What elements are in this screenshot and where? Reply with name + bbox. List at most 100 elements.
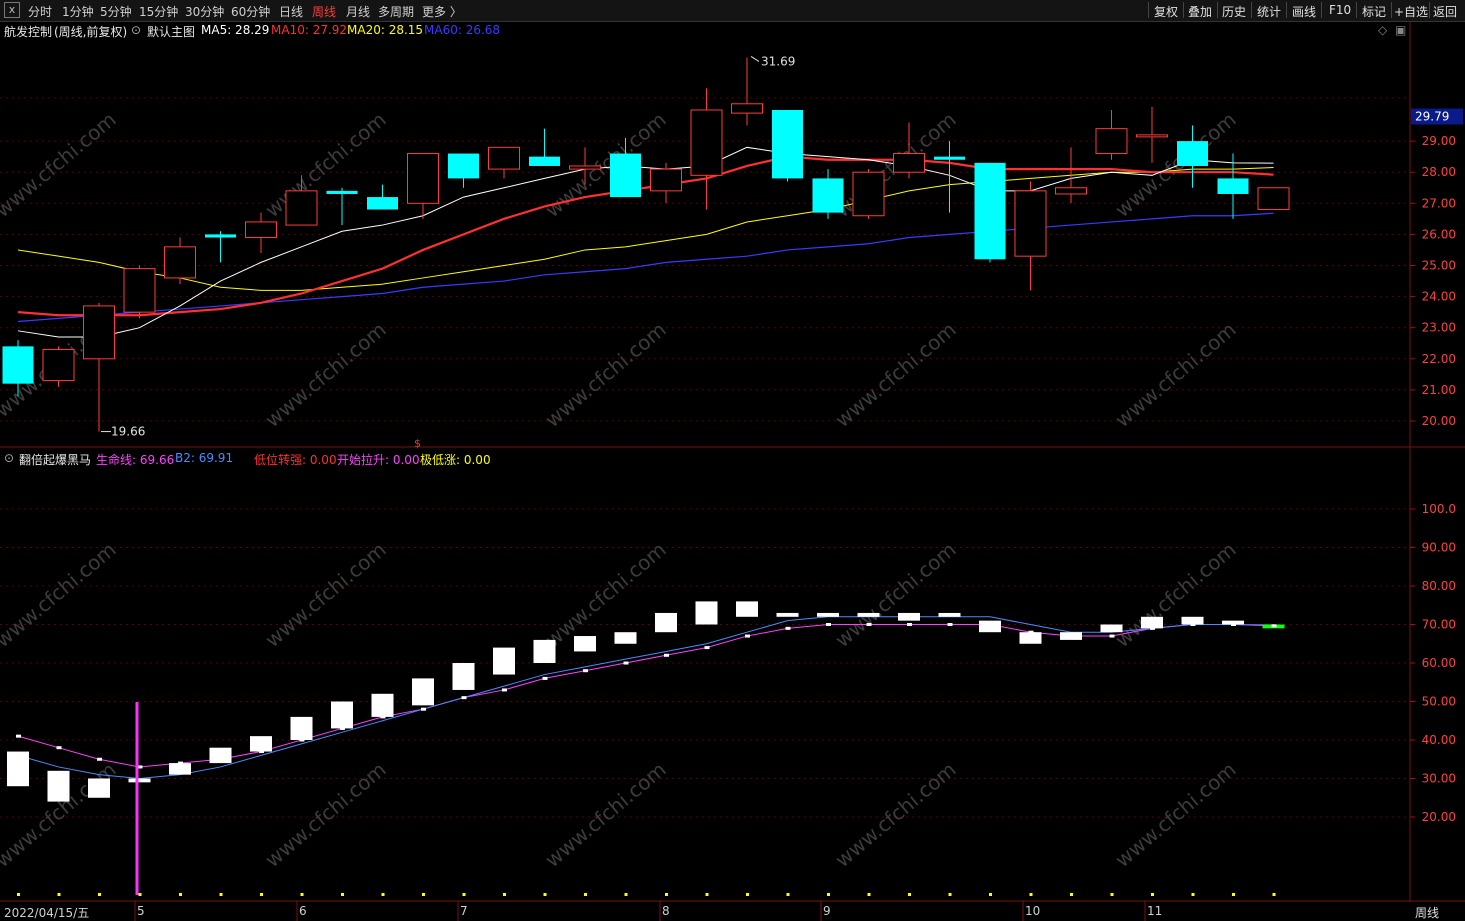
watermark-text: www.cfchi.com [0,537,121,652]
candle-body [1055,187,1087,195]
price-tick-label: 22.00 [1422,352,1456,366]
price-tick-label: 21.00 [1422,383,1456,397]
indicator-selector-icon[interactable]: ⊙ [4,451,14,465]
watermark-text: www.cfchi.com [830,757,960,872]
bottom-dot [341,893,344,896]
indicator-block [938,612,961,617]
bottom-dot [219,893,223,896]
bottom-dot [1232,893,1235,896]
bottom-dot [624,893,628,896]
candle-body [83,305,115,360]
ma60-line [17,212,1274,323]
price-tick-label: 24.00 [1422,290,1456,304]
candle-body [2,346,34,384]
watermark-text: www.cfchi.com [540,757,670,872]
month-label: 5 [137,904,145,918]
price-tick-label: 28.00 [1422,165,1456,179]
bottom-dot [746,893,749,896]
indicator-tick-label: 50.00 [1422,695,1456,709]
indicator-block [979,620,1001,633]
candle-body [164,246,196,279]
watermark-text: www.cfchi.com [1110,537,1240,652]
b2-label: B2: 69.91 [175,451,234,465]
candle-body [42,348,75,382]
b2-line [17,616,1274,780]
indicator-tick-label: 80.00 [1422,579,1456,593]
indicator-block [695,601,718,625]
indicator-tick-label: 100.0 [1422,502,1456,516]
bottom-dot [57,893,61,896]
indicator-block [250,736,272,752]
current-price-label: 29.79 [1415,110,1449,124]
bottom-dot [1029,893,1033,896]
month-label: 6 [299,904,307,918]
watermark-text: www.cfchi.com [1110,107,1240,222]
month-label: 10 [1025,904,1041,918]
time-axis: 2022/04/15/五 5 6 7 8 9 10 11 周线 [0,902,1465,921]
watermark-text: www.cfchi.com [1110,317,1240,432]
life-marker [826,623,831,626]
indicator-block [1100,624,1123,633]
candle-body [1257,187,1290,211]
month-label: 8 [662,904,670,918]
indicator-tick-label: 60.00 [1422,656,1456,670]
watermark-text: www.cfchi.com [540,537,670,652]
axis-period-button[interactable]: 周线 [1415,904,1439,921]
indicator-tick-label: 20.00 [1422,810,1456,824]
watermark-text: www.cfchi.com [0,107,121,222]
bottom-dot [1151,893,1154,896]
ma5-label: MA5: 28.29 [201,23,270,37]
life-marker [1069,634,1074,638]
indicator-block [776,612,799,617]
stock-title: 航发控制 [4,25,53,39]
bottom-dot [381,893,385,896]
life-marker [421,707,426,711]
dividend-mark: $ [414,437,421,450]
bottom-dot [98,893,101,896]
price-tick-label: 29.00 [1422,134,1456,148]
indicator-name[interactable]: 翻倍起爆黑马 [19,451,91,468]
bottom-dot [138,893,142,896]
watermark-text: www.cfchi.com [830,317,960,432]
kline-mode: (周线,前复权) [54,25,128,39]
indicator-block [331,701,353,729]
indicator-block [412,678,434,706]
bottom-dot [1070,893,1073,896]
life-marker [988,623,993,626]
indicator-tick-label: 90.00 [1422,541,1456,555]
indicator-block [493,647,515,675]
bottom-dot [827,893,830,896]
candle-body [407,153,439,204]
watermark-text: www.cfchi.com [260,317,390,432]
life-marker [218,757,224,761]
indicator-block [614,632,637,644]
indicator-block [1019,632,1042,644]
ma20-label: MA20: 28.15 [347,23,424,37]
month-label: 11 [1147,904,1163,918]
bottom-dot [1191,893,1195,896]
life-marker [623,661,629,665]
indicator-tick-label: 40.00 [1422,733,1456,747]
life-marker [542,676,548,680]
indicator-block [898,612,920,621]
life-marker [1028,630,1034,634]
candle-body [934,156,965,160]
template-name[interactable]: 默认主图 [147,23,195,40]
indicator-block [371,693,394,717]
ma10-label: MA10: 27.92 [271,23,348,37]
candle-body [326,190,358,194]
life-marker [947,623,953,626]
life-line [17,624,1274,768]
candle-body [205,234,236,238]
diamond-icon[interactable]: ◇ [1378,23,1387,37]
indicator-block [574,636,596,652]
window-icon[interactable]: ▣ [1395,23,1406,37]
price-tick-label: 20.00 [1422,414,1456,428]
template-selector-icon[interactable]: ⊙ [131,23,141,37]
life-marker [1231,623,1236,626]
price-tick-label: 26.00 [1422,227,1456,241]
bottom-dot [422,893,425,896]
indicator-block [452,663,475,690]
candle-body [1095,128,1128,155]
candle-body [1136,134,1168,138]
